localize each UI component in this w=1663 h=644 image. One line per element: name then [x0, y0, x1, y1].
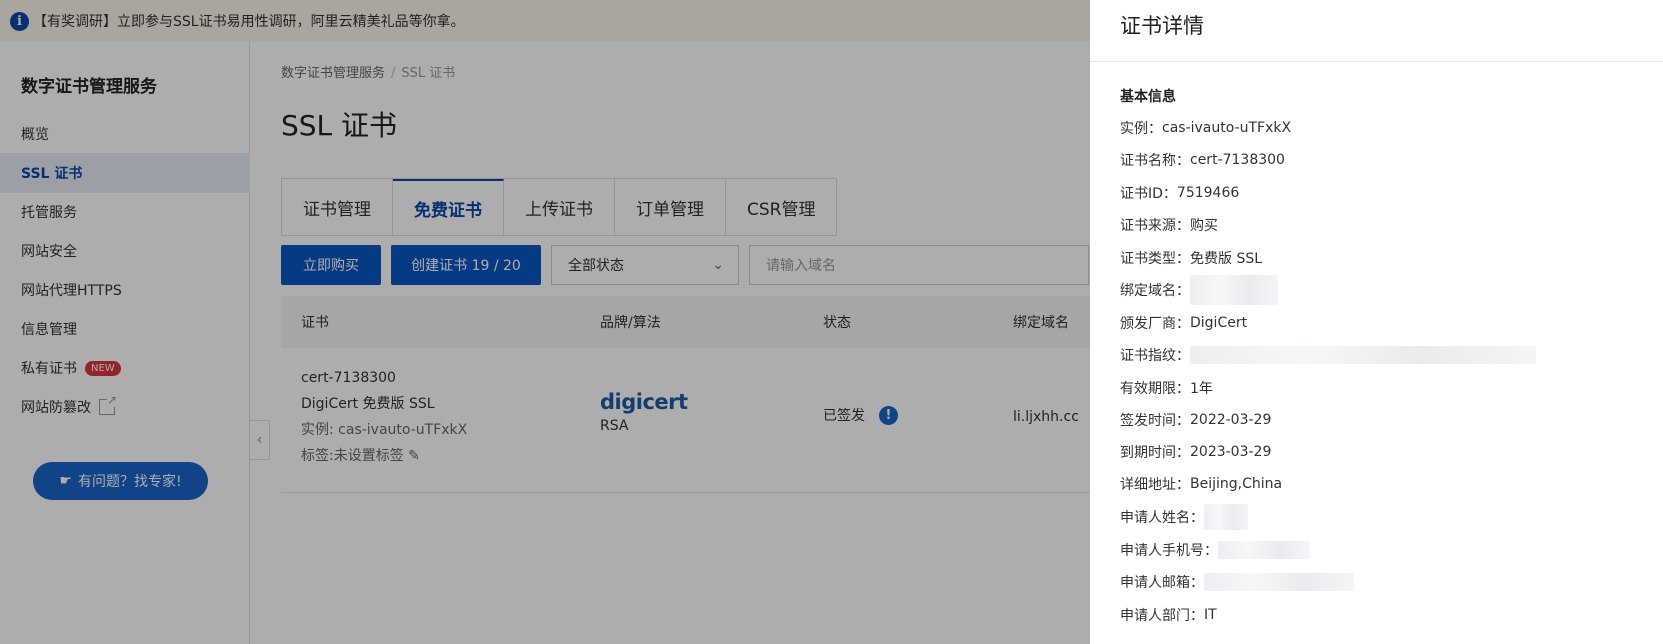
field-expiry-date: 到期时间： 2023-03-29: [1120, 441, 1271, 463]
field-value: IT: [1204, 607, 1217, 623]
field-label: 有效期限：: [1120, 381, 1190, 397]
field-label: 证书指纹：: [1120, 348, 1190, 364]
cert-detail-drawer: 证书详情 基本信息 实例： cas-ivauto-uTFxkX 证书名称： cert…: [1090, 0, 1663, 644]
field-value: DigiCert: [1190, 315, 1248, 331]
redacted-value: [1204, 504, 1248, 530]
field-value: 2022-03-29: [1190, 412, 1272, 428]
drawer-title: 证书详情: [1120, 14, 1204, 38]
field-cert-source: 证书来源： 购买: [1120, 214, 1218, 236]
field-validity: 有效期限： 1年: [1120, 377, 1213, 399]
field-address: 详细地址： Beijing,China: [1120, 473, 1282, 495]
field-value: 2023-03-29: [1190, 444, 1272, 460]
field-applicant-phone: 申请人手机号：: [1120, 539, 1310, 561]
field-fingerprint: 证书指纹：: [1120, 344, 1536, 366]
field-issuer: 颁发厂商： DigiCert: [1120, 312, 1247, 334]
field-label: 证书来源：: [1120, 218, 1190, 234]
field-applicant-name: 申请人姓名：: [1120, 504, 1248, 530]
field-label: 证书类型：: [1120, 251, 1190, 267]
field-label: 到期时间：: [1120, 445, 1190, 461]
field-cert-type: 证书类型： 免费版 SSL: [1120, 247, 1262, 269]
basic-info-title: 基本信息: [1120, 89, 1176, 105]
field-value: 购买: [1190, 218, 1218, 234]
field-label: 申请人姓名：: [1120, 510, 1204, 526]
field-label: 申请人邮箱：: [1120, 575, 1204, 591]
field-value: cas-ivauto-uTFxkX: [1162, 120, 1292, 136]
field-value: 7519466: [1176, 185, 1240, 201]
field-label: 实例：: [1120, 121, 1162, 137]
field-value: 免费版 SSL: [1190, 251, 1263, 267]
redacted-value: [1204, 573, 1354, 591]
field-value: Beijing,China: [1190, 476, 1283, 492]
drawer-divider: [1090, 61, 1663, 62]
redacted-value: [1190, 275, 1278, 305]
field-label: 详细地址：: [1120, 477, 1190, 493]
field-cert-id: 证书ID： 7519466: [1120, 182, 1239, 204]
field-label: 签发时间：: [1120, 413, 1190, 429]
field-label: 申请人部门：: [1120, 608, 1204, 624]
field-label: 申请人手机号：: [1120, 543, 1218, 559]
field-label: 证书名称：: [1120, 153, 1190, 169]
redacted-value: [1218, 541, 1310, 559]
field-label: 证书ID：: [1120, 186, 1177, 202]
field-applicant-department: 申请人部门： IT: [1120, 604, 1217, 626]
modal-overlay[interactable]: [0, 0, 1090, 644]
field-issue-date: 签发时间： 2022-03-29: [1120, 409, 1271, 431]
field-applicant-email: 申请人邮箱：: [1120, 571, 1354, 593]
field-cert-name: 证书名称： cert-7138300: [1120, 149, 1285, 171]
field-instance: 实例： cas-ivauto-uTFxkX: [1120, 117, 1291, 139]
redacted-value: [1190, 346, 1536, 364]
field-bound-domain: 绑定域名：: [1120, 275, 1278, 305]
field-label: 颁发厂商：: [1120, 316, 1190, 332]
field-value: 1年: [1190, 381, 1213, 397]
field-value: cert-7138300: [1190, 152, 1285, 168]
field-label: 绑定域名：: [1120, 283, 1190, 299]
